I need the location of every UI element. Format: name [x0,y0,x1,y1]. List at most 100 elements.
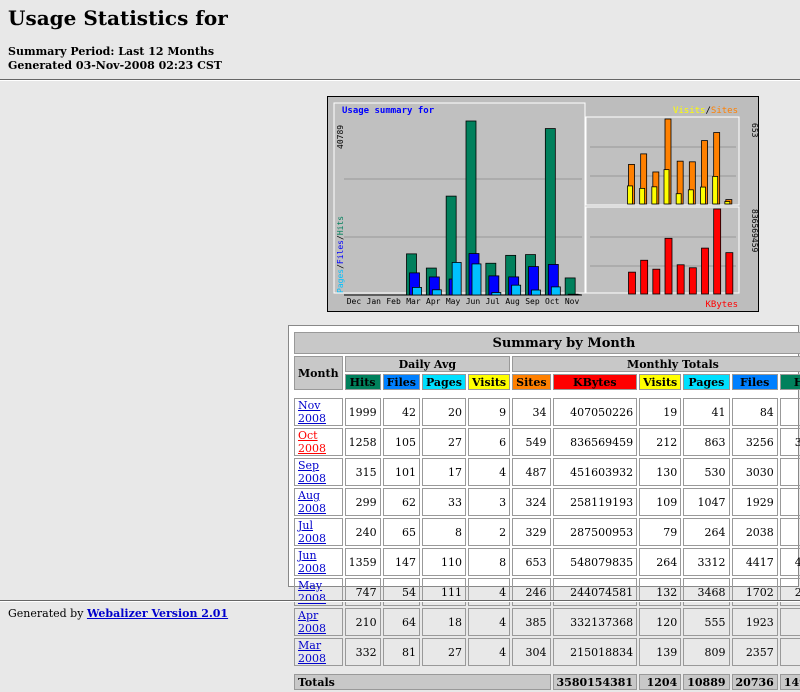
month-link[interactable]: Apr 2008 [298,609,326,635]
total-files: 20736 [732,674,778,690]
col-header-sites: Sites [512,374,550,390]
cell-d-hits: 240 [345,518,381,546]
month-link[interactable]: Jul 2008 [298,519,326,545]
cell-kbytes: 258119193 [553,488,638,516]
cell-kbytes: 215018834 [553,638,638,666]
bar-kbytes [702,248,709,294]
cell-files: 3030 [732,458,778,486]
month-header: Month [294,356,343,390]
cell-d-hits: 332 [345,638,381,666]
cell-d-pages: 27 [422,428,466,456]
month-cell: Aug 2008 [294,488,343,516]
table-row: Nov 2008199942209344070502261941843999 [294,398,800,426]
daily-avg-header: Daily Avg [345,356,511,372]
cell-d-visits: 4 [468,608,510,636]
month-cell: Apr 2008 [294,608,343,636]
month-cell: Jun 2008 [294,548,343,576]
cell-pages: 1047 [683,488,729,516]
cell-files: 3256 [732,428,778,456]
cell-pages: 809 [683,638,729,666]
summary-period: Summary Period: Last 12 Months [8,45,214,58]
cell-d-hits: 1359 [345,548,381,576]
usage-chart-svg: Usage summary for40789Pages/Files/HitsDe… [328,97,760,313]
month-link[interactable]: Nov 2008 [298,399,326,425]
cell-sites: 385 [512,608,550,636]
cell-files: 4417 [732,548,778,576]
month-link[interactable]: Jun 2008 [298,549,326,575]
bar-visits [652,187,657,204]
month-link[interactable]: Aug 2008 [298,489,326,515]
cell-d-pages: 20 [422,398,466,426]
cell-d-visits: 2 [468,518,510,546]
total-hits: 149148 [780,674,800,690]
total-pages: 10889 [683,674,729,690]
cell-pages: 264 [683,518,729,546]
col-header-hits: Hits [345,374,381,390]
cell-files: 1929 [732,488,778,516]
bar-visits [640,188,645,204]
cell-files: 2038 [732,518,778,546]
cell-hits: 6314 [780,608,800,636]
x-tick-label: Nov [565,297,580,306]
cell-sites: 34 [512,398,550,426]
x-tick-label: Jun [466,297,481,306]
kbytes-legend: KBytes [705,300,738,310]
cell-d-visits: 6 [468,428,510,456]
month-link[interactable]: Oct 2008 [298,429,326,455]
cell-kbytes: 287500953 [553,518,638,546]
col-header-kbytes: KBytes [553,374,638,390]
webalizer-link[interactable]: Webalizer Version 2.01 [87,607,228,620]
usage-summary-chart: Usage summary for40789Pages/Files/HitsDe… [327,96,759,312]
bar-visits [701,187,706,204]
left-axis-max: 40789 [336,125,345,149]
bar-visits [688,190,693,204]
left-legend-part: Pages [336,269,345,293]
bar-visits [713,176,718,204]
divider-bottom [0,600,800,602]
x-tick-label: Oct [545,297,560,306]
cell-d-hits: 299 [345,488,381,516]
cell-d-files: 64 [383,608,420,636]
x-tick-label: May [446,297,461,306]
cell-kbytes: 836569459 [553,428,638,456]
totals-label: Totals [294,674,551,690]
bar-pages [413,287,422,295]
cell-sites: 549 [512,428,550,456]
month-cell: Nov 2008 [294,398,343,426]
cell-pages: 41 [683,398,729,426]
cell-hits: 9292 [780,488,800,516]
bar-visits [676,194,681,204]
table-row: Oct 200812581052765498365694592128633256… [294,428,800,456]
footer: Generated by Webalizer Version 2.01 [8,607,228,620]
cell-kbytes: 451603932 [553,458,638,486]
month-cell: Jul 2008 [294,518,343,546]
cell-files: 1923 [732,608,778,636]
bar-pages [532,290,541,295]
cell-d-pages: 110 [422,548,466,576]
cell-d-visits: 3 [468,488,510,516]
cell-d-files: 147 [383,548,420,576]
cell-visits: 130 [639,458,681,486]
col-header-pages: Pages [422,374,466,390]
cell-visits: 19 [639,398,681,426]
cell-d-files: 42 [383,398,420,426]
left-axis-legend: Pages/Files/Hits [336,216,345,293]
x-tick-label: Aug [505,297,520,306]
bar-pages [472,264,481,295]
chart-title: Usage summary for [342,106,435,116]
cell-files: 84 [732,398,778,426]
sites-legend-part: Sites [711,106,738,116]
cell-hits: 7441 [780,518,800,546]
cell-hits: 39016 [780,428,800,456]
col-header-visits: Visits [468,374,510,390]
cell-pages: 3312 [683,548,729,576]
month-cell: Mar 2008 [294,638,343,666]
month-link[interactable]: Sep 2008 [298,459,326,485]
cell-visits: 264 [639,548,681,576]
cell-d-pages: 8 [422,518,466,546]
bar-kbytes [629,272,636,294]
cell-d-pages: 17 [422,458,466,486]
generated-date: Generated 03-Nov-2008 02:23 CST [8,59,222,72]
month-link[interactable]: Mar 2008 [298,639,326,665]
table-row: Aug 200829962333324258119193109104719299… [294,488,800,516]
